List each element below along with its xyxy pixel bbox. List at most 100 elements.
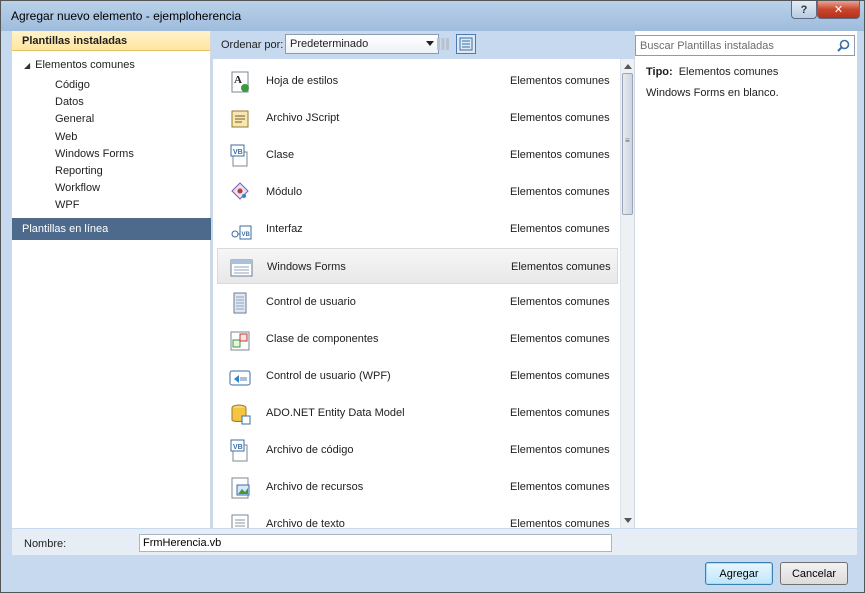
text-file-icon [231, 514, 249, 528]
title-bar[interactable]: Agregar nuevo elemento - ejemploherencia… [1, 1, 864, 29]
tree-root-label: Elementos comunes [35, 59, 135, 71]
template-item-category: Elementos comunes [510, 517, 610, 528]
scroll-down-icon[interactable] [624, 518, 632, 523]
cancel-button[interactable]: Cancelar [780, 562, 848, 585]
sort-toolbar: Ordenar por: Predeterminado [213, 31, 629, 58]
template-list-scrollbar[interactable]: ≡ [620, 59, 634, 528]
template-item[interactable]: Archivo JScript Elementos comunes [217, 100, 618, 136]
template-item-name: Control de usuario [266, 296, 356, 309]
search-input[interactable]: Buscar Plantillas instaladas [635, 35, 855, 56]
jscript-icon [231, 110, 249, 128]
tree-item-general[interactable]: General [55, 111, 134, 128]
tree-item-datos[interactable]: Datos [55, 94, 134, 111]
template-item[interactable]: VB Archivo de código Elementos comunes [217, 432, 618, 468]
template-item-name: Hoja de estilos [266, 75, 339, 87]
sort-dropdown[interactable]: Predeterminado [285, 34, 439, 54]
svg-text:A: A [234, 74, 242, 86]
template-item-name: ADO.NET Entity Data Model [266, 407, 405, 420]
online-templates-header[interactable]: Plantillas en línea [12, 218, 211, 240]
resource-file-icon [231, 477, 250, 499]
tree-children: Código Datos General Web Windows Forms Report… [55, 77, 134, 215]
template-item-name: Windows Forms [267, 260, 346, 273]
tree-item-web[interactable]: Web [55, 129, 134, 146]
interface-icon: VB [231, 225, 252, 240]
type-info: Tipo: Elementos comunes [646, 66, 778, 78]
template-item[interactable]: VB Interfaz Elementos comunes [217, 211, 618, 247]
tree-item-reporting[interactable]: Reporting [55, 163, 134, 180]
template-item-category: Elementos comunes [510, 148, 610, 161]
window-title: Agregar nuevo elemento - ejemploherencia [11, 9, 242, 23]
name-row: Nombre: [12, 529, 857, 555]
add-button[interactable]: Agregar [705, 562, 773, 585]
template-item-name: Archivo de recursos [266, 480, 364, 493]
list-view-icon [459, 37, 473, 51]
tree-item-workflow[interactable]: Workflow [55, 180, 134, 197]
details-panel: Buscar Plantillas instaladas Tipo: Elemen… [634, 31, 857, 528]
stylesheet-icon: A [231, 71, 249, 93]
details-view-button[interactable] [456, 34, 476, 54]
entity-model-icon [231, 404, 251, 425]
sort-label: Ordenar por: [221, 39, 284, 51]
template-item[interactable]: A Hoja de estilos Elementos comunes [217, 63, 618, 99]
tree-item-wpf[interactable]: WPF [55, 197, 134, 214]
template-item[interactable]: Archivo de texto Elementos comunes [217, 506, 618, 528]
sort-value: Predeterminado [290, 38, 369, 50]
template-item[interactable]: VB Clase Elementos comunes [217, 137, 618, 173]
template-item[interactable]: Módulo Elementos comunes [217, 174, 618, 210]
template-item-name: Archivo de texto [266, 517, 345, 528]
template-item-name: Módulo [266, 185, 303, 198]
name-label: Nombre: [24, 538, 67, 550]
add-new-item-dialog: Agregar nuevo elemento - ejemploherencia… [0, 0, 865, 593]
template-item-category: Elementos comunes [510, 222, 610, 235]
template-item-name: Archivo JScript [266, 111, 340, 124]
help-button[interactable]: ? [791, 1, 817, 19]
template-item-category: Elementos comunes [510, 296, 610, 309]
installed-templates-header[interactable]: Plantillas instaladas [12, 31, 210, 51]
template-item[interactable]: Control de usuario Elementos comunes [217, 284, 618, 320]
template-item-category: Elementos comunes [510, 75, 610, 87]
grid-view-icon [437, 38, 449, 50]
template-description: Windows Forms en blanco. [646, 87, 779, 99]
expand-arrow-icon[interactable]: ◢ [24, 61, 30, 70]
template-item[interactable]: Clase de componentes Elementos comunes [217, 321, 618, 357]
windows-form-icon [230, 259, 253, 276]
tree-item-c-digo[interactable]: Código [55, 77, 134, 94]
template-item-name: Clase de componentes [266, 333, 379, 346]
template-item[interactable]: Windows Forms Elementos comunes [217, 247, 618, 284]
template-item-name: Clase [266, 148, 295, 161]
svg-text:VB: VB [242, 232, 251, 238]
svg-text:VB: VB [233, 444, 243, 451]
template-item-category: Elementos comunes [511, 260, 611, 273]
template-item-category: Elementos comunes [510, 111, 610, 124]
vb-class-icon: VB [230, 144, 248, 167]
scrollbar-thumb[interactable]: ≡ [622, 73, 633, 215]
template-item-category: Elementos comunes [510, 370, 610, 383]
template-item-category: Elementos comunes [510, 480, 610, 493]
name-input[interactable] [139, 534, 612, 552]
type-label: Tipo: [646, 66, 673, 78]
tree-item-windows-forms[interactable]: Windows Forms [55, 146, 134, 163]
template-item[interactable]: ADO.NET Entity Data Model Elementos comun… [217, 395, 618, 431]
template-item-category: Elementos comunes [510, 407, 610, 420]
template-item[interactable]: Archivo de recursos Elementos comunes [217, 469, 618, 505]
template-item[interactable]: Control de usuario (WPF) Elementos comune… [217, 358, 618, 394]
component-class-icon [230, 331, 250, 351]
type-value: Elementos comunes [678, 66, 779, 78]
close-button[interactable]: ✕ [817, 1, 860, 19]
tree-item-common-elements[interactable]: ◢ Elementos comunes [24, 59, 135, 71]
template-categories-panel: Plantillas instaladas ◢ Elementos comune… [12, 31, 211, 528]
template-item-category: Elementos comunes [510, 185, 610, 198]
search-icon[interactable] [837, 39, 850, 52]
user-control-icon [233, 292, 247, 314]
small-icons-view-button[interactable] [433, 34, 453, 54]
template-item-category: Elementos comunes [510, 333, 610, 346]
wpf-user-control-icon [229, 370, 251, 386]
template-item-name: Control de usuario (WPF) [266, 370, 391, 383]
template-list: A Hoja de estilos Elementos comunes Archivo… [213, 59, 620, 528]
template-item-name: Interfaz [266, 222, 303, 235]
code-file-icon: VB [230, 439, 248, 462]
svg-text:VB: VB [233, 149, 243, 156]
scroll-up-icon[interactable] [624, 64, 632, 69]
template-item-category: Elementos comunes [510, 444, 610, 456]
template-item-name: Archivo de código [266, 444, 354, 456]
